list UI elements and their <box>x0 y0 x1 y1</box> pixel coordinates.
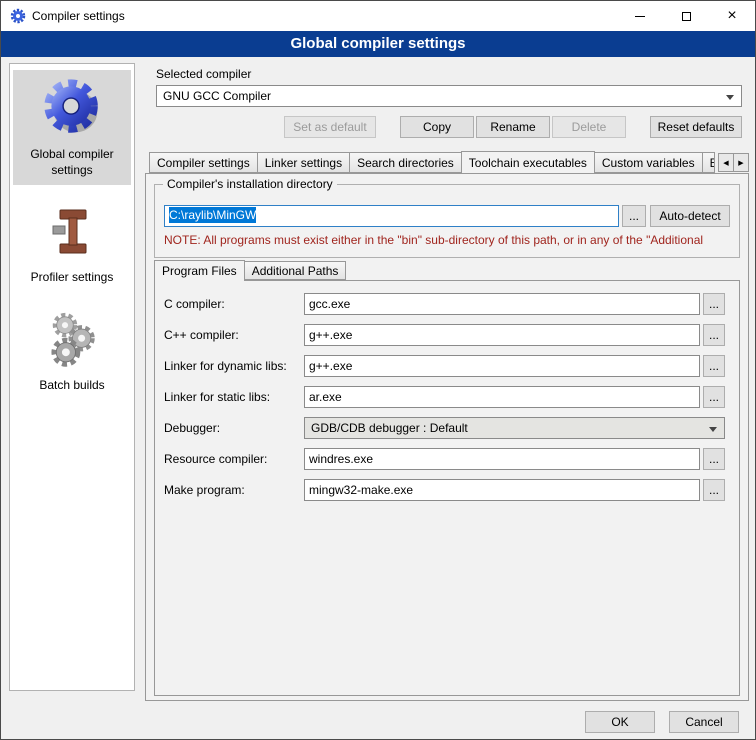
field-label: Linker for dynamic libs: <box>164 359 304 373</box>
selected-compiler-label: Selected compiler <box>156 67 251 81</box>
dialog-body: Global compiler settings Profiler settin… <box>1 57 755 740</box>
install-dir-groupbox: Compiler's installation directory C:\ray… <box>154 184 740 258</box>
field-label: C++ compiler: <box>164 328 304 342</box>
selected-compiler-dropdown[interactable]: GNU GCC Compiler <box>156 85 742 107</box>
profiler-tool-icon <box>15 204 129 263</box>
arrow-right-icon: ▶ <box>738 159 743 167</box>
selected-compiler-value: GNU GCC Compiler <box>163 89 271 103</box>
field-row-cpp-compiler: C++ compiler: ... <box>164 324 725 346</box>
debugger-value: GDB/CDB debugger : Default <box>311 421 468 435</box>
tab-scroll-buttons: ◀ ▶ <box>718 153 749 172</box>
maximize-button[interactable] <box>663 2 709 31</box>
cpp-compiler-input[interactable] <box>304 324 700 346</box>
resource-compiler-input[interactable] <box>304 448 700 470</box>
compiler-button-row: Set as default Copy Rename Delete Reset … <box>156 116 742 138</box>
field-row-resource-compiler: Resource compiler: ... <box>164 448 725 470</box>
copy-button[interactable]: Copy <box>400 116 474 138</box>
tab-linker-settings[interactable]: Linker settings <box>257 152 350 173</box>
field-label: Make program: <box>164 483 304 497</box>
sidebar-item-label: Global compiler settings <box>15 147 129 178</box>
window-title: Compiler settings <box>32 9 125 23</box>
install-dir-group-title: Compiler's installation directory <box>163 177 337 191</box>
close-icon: × <box>727 8 736 24</box>
field-label: C compiler: <box>164 297 304 311</box>
field-label: Resource compiler: <box>164 452 304 466</box>
install-dir-browse-button[interactable]: ... <box>622 205 646 227</box>
rename-button[interactable]: Rename <box>476 116 550 138</box>
field-label: Linker for static libs: <box>164 390 304 404</box>
close-button[interactable]: × <box>709 2 755 31</box>
tab-build-options[interactable]: Build options <box>702 152 715 173</box>
minimize-icon <box>635 16 645 17</box>
chevron-down-icon <box>726 95 734 100</box>
sidebar-item-label: Batch builds <box>15 378 129 394</box>
toolchain-executables-panel: Compiler's installation directory C:\ray… <box>145 173 749 701</box>
settings-category-list: Global compiler settings Profiler settin… <box>9 63 135 691</box>
maximize-icon <box>682 12 691 21</box>
field-row-dynamic-linker: Linker for dynamic libs: ... <box>164 355 725 377</box>
app-icon <box>10 8 26 24</box>
compiler-settings-window: Compiler settings × Global compiler sett… <box>0 0 756 740</box>
set-as-default-button[interactable]: Set as default <box>284 116 376 138</box>
static-linker-browse-button[interactable]: ... <box>703 386 725 408</box>
sidebar-item-label: Profiler settings <box>15 270 129 286</box>
sidebar-item-batch-builds[interactable]: Batch builds <box>13 305 131 401</box>
cancel-button[interactable]: Cancel <box>669 711 739 733</box>
arrow-left-icon: ◀ <box>723 159 728 167</box>
cpp-compiler-browse-button[interactable]: ... <box>703 324 725 346</box>
delete-button[interactable]: Delete <box>552 116 626 138</box>
c-compiler-browse-button[interactable]: ... <box>703 293 725 315</box>
reset-defaults-button[interactable]: Reset defaults <box>650 116 742 138</box>
autodetect-button[interactable]: Auto-detect <box>650 205 730 227</box>
install-dir-selected-text: C:\raylib\MinGW <box>169 207 256 223</box>
program-files-panel: C compiler: ... C++ compiler: ... Linker… <box>154 280 740 696</box>
tab-custom-variables[interactable]: Custom variables <box>594 152 703 173</box>
dialog-header: Global compiler settings <box>1 31 755 57</box>
dialog-title: Global compiler settings <box>290 35 465 52</box>
note-text: NOTE: All programs must exist either in … <box>164 233 756 247</box>
install-dir-input[interactable]: C:\raylib\MinGW <box>164 205 619 227</box>
tab-scroll-right-button[interactable]: ▶ <box>733 153 749 172</box>
dynamic-linker-input[interactable] <box>304 355 700 377</box>
sidebar-item-profiler-settings[interactable]: Profiler settings <box>13 197 131 293</box>
make-program-input[interactable] <box>304 479 700 501</box>
install-dir-row: C:\raylib\MinGW ... Auto-detect <box>164 205 730 227</box>
minimize-button[interactable] <box>617 2 663 31</box>
tab-search-directories[interactable]: Search directories <box>349 152 462 173</box>
tab-scroll-left-button[interactable]: ◀ <box>718 153 734 172</box>
titlebar: Compiler settings × <box>1 1 755 31</box>
field-row-debugger: Debugger: GDB/CDB debugger : Default <box>164 417 725 439</box>
gear-blue-icon <box>15 77 129 140</box>
chevron-down-icon <box>709 427 717 432</box>
make-program-browse-button[interactable]: ... <box>703 479 725 501</box>
main-panel: Selected compiler GNU GCC Compiler Set a… <box>141 63 749 711</box>
c-compiler-input[interactable] <box>304 293 700 315</box>
field-row-c-compiler: C compiler: ... <box>164 293 725 315</box>
tab-toolchain-executables[interactable]: Toolchain executables <box>461 151 595 173</box>
static-linker-input[interactable] <box>304 386 700 408</box>
field-row-make-program: Make program: ... <box>164 479 725 501</box>
settings-tabbar: Compiler settings Linker settings Search… <box>149 151 715 173</box>
programs-tabbar: Program Files Additional Paths <box>154 260 346 280</box>
debugger-dropdown[interactable]: GDB/CDB debugger : Default <box>304 417 725 439</box>
resource-compiler-browse-button[interactable]: ... <box>703 448 725 470</box>
dynamic-linker-browse-button[interactable]: ... <box>703 355 725 377</box>
gear-stack-icon <box>15 312 129 371</box>
field-row-static-linker: Linker for static libs: ... <box>164 386 725 408</box>
field-label: Debugger: <box>164 421 304 435</box>
tab-compiler-settings[interactable]: Compiler settings <box>149 152 258 173</box>
ok-button[interactable]: OK <box>585 711 655 733</box>
tab-additional-paths[interactable]: Additional Paths <box>244 261 347 280</box>
tab-program-files[interactable]: Program Files <box>154 260 245 281</box>
sidebar-item-global-compiler-settings[interactable]: Global compiler settings <box>13 70 131 185</box>
dialog-footer: OK Cancel <box>585 711 739 733</box>
